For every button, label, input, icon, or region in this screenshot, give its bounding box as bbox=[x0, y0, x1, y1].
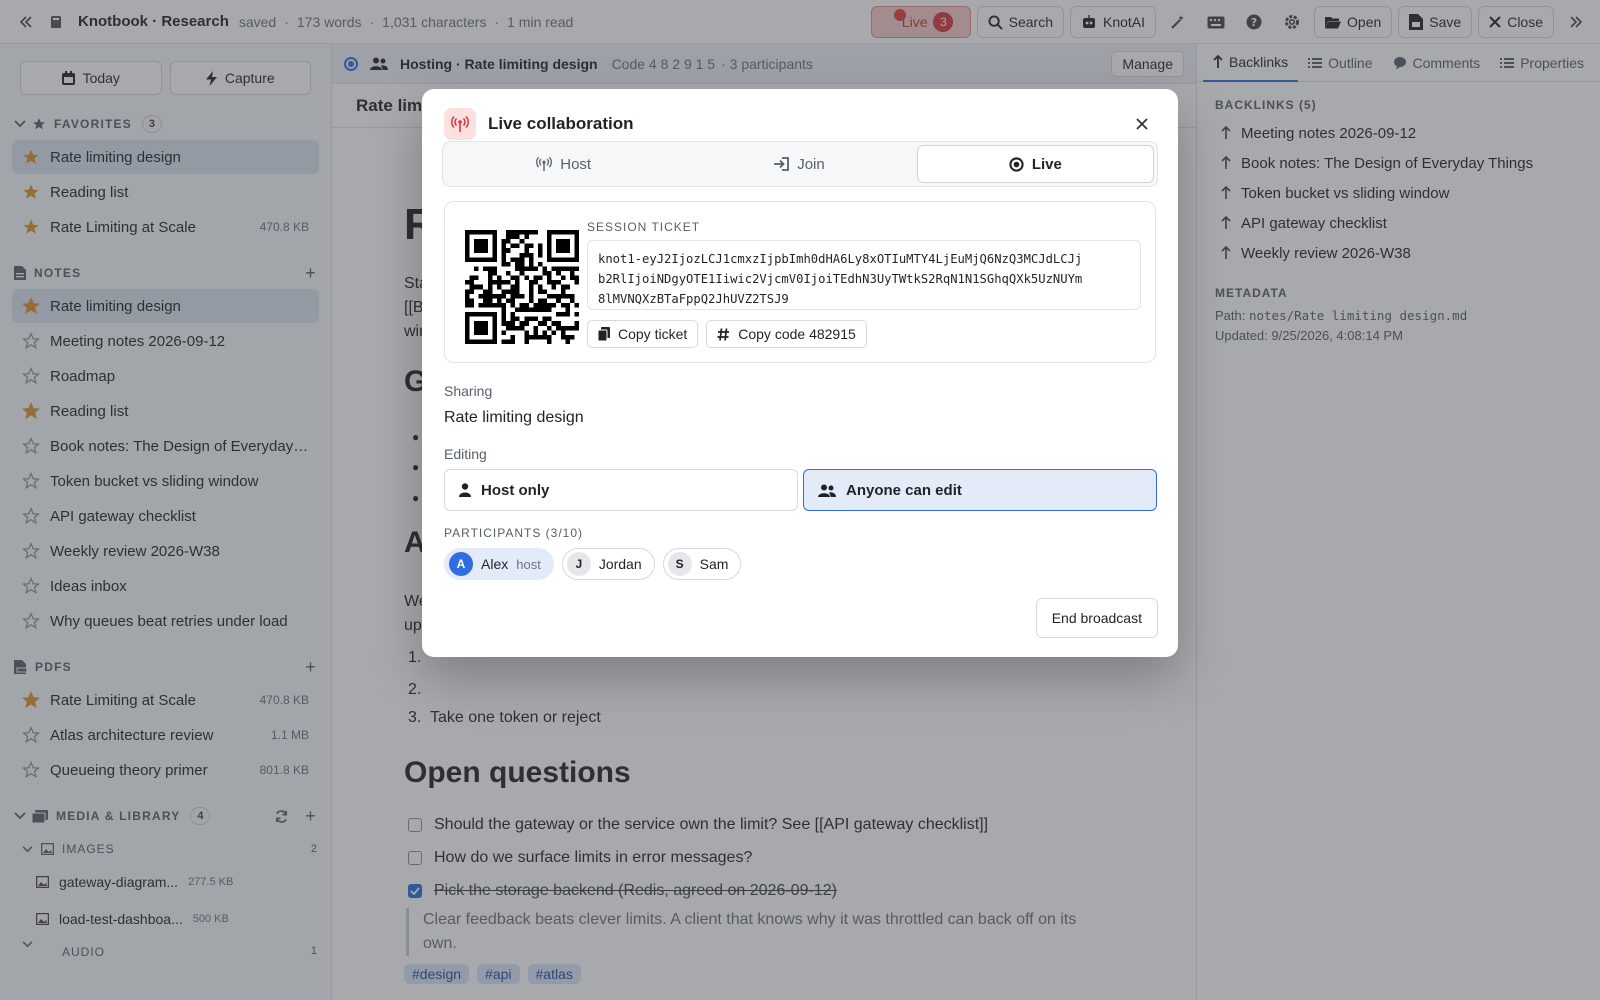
anyone-can-edit-label: Anyone can edit bbox=[846, 481, 962, 499]
broadcast-icon bbox=[444, 108, 476, 140]
ticket-line: 8lMVNQXzBTaFppQ2JhUVZ2TSJ9 bbox=[598, 292, 789, 306]
ticket-line: b2RlIjoiNDgyOTE1Iiwic2VjcmV0IjoiTEdhN3Uy… bbox=[598, 272, 1083, 286]
ticket-label: SESSION TICKET bbox=[587, 220, 701, 234]
participant-chip: S Sam bbox=[662, 548, 742, 580]
live-collaboration-dialog: Live collaboration Host Join Live SESSIO… bbox=[422, 89, 1178, 657]
participant-role: host bbox=[516, 556, 541, 572]
participant-list: A Alex host J Jordan S Sam bbox=[444, 548, 742, 580]
tab-live[interactable]: Live bbox=[916, 145, 1154, 183]
tab-live-label: Live bbox=[1031, 155, 1062, 173]
users-icon bbox=[818, 484, 836, 497]
ticket-line: knot1-eyJ2IjozLCJ1cmxzIjpbImh0dHA6Ly8xOT… bbox=[598, 252, 1083, 266]
tab-host-label: Host bbox=[560, 155, 592, 173]
participant-name: Sam bbox=[699, 556, 729, 572]
sharing-label: Sharing bbox=[444, 383, 493, 399]
user-icon bbox=[459, 483, 471, 497]
copy-icon bbox=[598, 327, 610, 341]
qr-code bbox=[465, 230, 579, 344]
session-ticket-card: SESSION TICKET knot1-eyJ2IjozLCJ1cmxzIjp… bbox=[444, 201, 1156, 363]
end-broadcast-button[interactable]: End broadcast bbox=[1035, 598, 1158, 638]
record-dot-icon bbox=[1009, 156, 1024, 172]
tab-join[interactable]: Join bbox=[681, 145, 916, 183]
participant-name: Jordan bbox=[598, 556, 642, 572]
editing-label: Editing bbox=[444, 446, 487, 462]
participant-chip: J Jordan bbox=[561, 548, 655, 580]
sign-in-icon bbox=[774, 157, 790, 171]
participant-chip: A Alex host bbox=[444, 548, 554, 580]
participants-label: PARTICIPANTS (3/10) bbox=[444, 526, 584, 540]
hashtag-icon bbox=[717, 327, 730, 341]
anyone-can-edit-option[interactable]: Anyone can edit bbox=[803, 469, 1157, 511]
dialog-title: Live collaboration bbox=[488, 114, 634, 133]
broadcast-icon bbox=[536, 156, 553, 172]
avatar: S bbox=[667, 552, 692, 576]
mode-tabs: Host Join Live bbox=[442, 141, 1158, 187]
host-only-label: Host only bbox=[481, 481, 550, 499]
copy-code-label: Copy code 482915 bbox=[738, 326, 856, 342]
host-only-option[interactable]: Host only bbox=[444, 469, 798, 511]
copy-ticket-button[interactable]: Copy ticket bbox=[587, 320, 699, 348]
close-icon[interactable] bbox=[1128, 110, 1156, 138]
copy-ticket-label: Copy ticket bbox=[618, 326, 688, 342]
tab-host[interactable]: Host bbox=[446, 145, 681, 183]
ticket-textarea[interactable]: knot1-eyJ2IjozLCJ1cmxzIjpbImh0dHA6Ly8xOT… bbox=[587, 240, 1141, 310]
copy-code-button[interactable]: Copy code 482915 bbox=[706, 320, 867, 348]
tab-join-label: Join bbox=[797, 155, 825, 173]
participant-name: Alex bbox=[481, 556, 509, 572]
avatar: J bbox=[566, 552, 591, 576]
sharing-value: Rate limiting design bbox=[444, 409, 584, 426]
avatar: A bbox=[449, 552, 473, 576]
